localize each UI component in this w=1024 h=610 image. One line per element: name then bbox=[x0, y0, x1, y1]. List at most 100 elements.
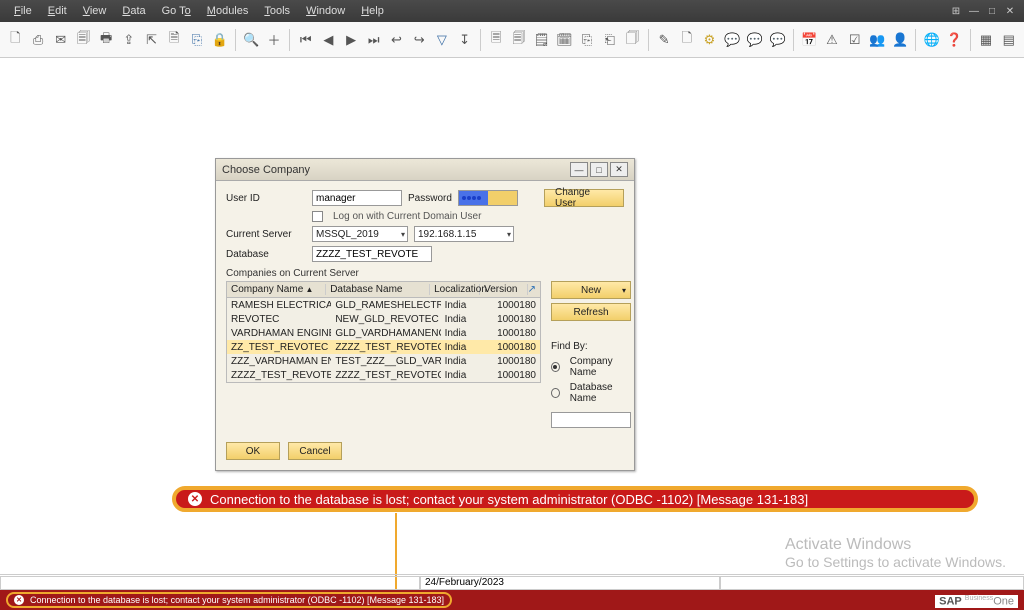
new-doc-icon[interactable]: 🗋 bbox=[677, 30, 696, 50]
server-ip-combo[interactable]: 192.168.1.15 bbox=[414, 226, 514, 242]
export-word-icon[interactable]: ⇱ bbox=[142, 30, 161, 50]
cell-database: GLD_VARDHAMANENG bbox=[331, 328, 440, 339]
globe-icon[interactable]: 🌐 bbox=[922, 30, 941, 50]
database-input[interactable] bbox=[312, 246, 432, 262]
table-row[interactable]: ZZZZ_TEST_REVOTECZZZZ_TEST_REVOTEC_India… bbox=[227, 368, 540, 382]
table-row[interactable]: ZZZ_VARDHAMAN ENTEST_ZZZ__GLD_VARDIndia1… bbox=[227, 354, 540, 368]
menu-data[interactable]: Data bbox=[114, 3, 153, 19]
chat1-icon[interactable]: 💬 bbox=[723, 30, 742, 50]
minimize-icon[interactable]: — bbox=[966, 4, 982, 18]
menu-help[interactable]: Help bbox=[353, 3, 392, 19]
back-arrow-icon[interactable]: ↩ bbox=[387, 30, 406, 50]
dialog-close-icon[interactable]: ✕ bbox=[610, 162, 628, 177]
lock-icon[interactable]: 🔒 bbox=[210, 30, 229, 50]
ok-button[interactable]: OK bbox=[226, 442, 280, 460]
sms-icon[interactable]: 🗐 bbox=[74, 30, 93, 50]
chat2-icon[interactable]: 💬 bbox=[746, 30, 765, 50]
domain-logon-label: Log on with Current Domain User bbox=[333, 211, 481, 222]
doc1-icon[interactable]: 🗏 bbox=[487, 30, 506, 50]
status-error-text: Connection to the database is lost; cont… bbox=[30, 595, 444, 605]
launch-icon[interactable]: ⎘ bbox=[188, 30, 207, 50]
chat3-icon[interactable]: 💬 bbox=[768, 30, 787, 50]
find-by-company-radio[interactable] bbox=[551, 362, 560, 372]
status-cell-3 bbox=[720, 576, 1024, 590]
preview-icon[interactable]: 🗋 bbox=[6, 30, 25, 50]
menu-goto[interactable]: Go To bbox=[154, 3, 199, 19]
dialog-titlebar[interactable]: Choose Company — □ ✕ bbox=[216, 159, 634, 181]
sap-logo: SAP BusinessOne bbox=[935, 595, 1018, 608]
cell-localization: India bbox=[441, 370, 491, 381]
fax-icon[interactable]: 🖶 bbox=[97, 30, 116, 50]
menu-view[interactable]: View bbox=[75, 3, 115, 19]
sort-icon[interactable]: ↧ bbox=[455, 30, 474, 50]
watermark-title: Activate Windows bbox=[785, 536, 1006, 554]
forward-arrow-icon[interactable]: ↪ bbox=[410, 30, 429, 50]
close-icon[interactable]: ✕ bbox=[1002, 4, 1018, 18]
add-icon[interactable]: ＋ bbox=[265, 30, 284, 50]
find-by-database-radio[interactable] bbox=[551, 388, 560, 398]
grid-header-company[interactable]: Company Name bbox=[227, 284, 326, 295]
first-record-icon[interactable]: ⏮ bbox=[296, 30, 315, 50]
edit-icon[interactable]: ✎ bbox=[655, 30, 674, 50]
cell-localization: India bbox=[441, 314, 491, 325]
doc2-icon[interactable]: 🗐 bbox=[510, 30, 529, 50]
dialog-maximize-icon[interactable]: □ bbox=[590, 162, 608, 177]
table-row[interactable]: ZZ_TEST_REVOTECZZZZ_TEST_REVOTEC_India10… bbox=[227, 340, 540, 354]
grid-header-localization[interactable]: Localization bbox=[430, 284, 480, 295]
status-error-box: ✕ Connection to the database is lost; co… bbox=[6, 592, 452, 608]
user-id-input[interactable] bbox=[312, 190, 402, 206]
calendar-icon[interactable]: 📅 bbox=[800, 30, 819, 50]
new-company-button[interactable]: New bbox=[551, 281, 631, 299]
domain-logon-checkbox[interactable] bbox=[312, 211, 323, 222]
export-pdf-icon[interactable]: 🗎 bbox=[165, 30, 184, 50]
task-icon[interactable]: ☑ bbox=[845, 30, 864, 50]
table-row[interactable]: RAMESH ELECTRICALGLD_RAMESHELECTRICIndia… bbox=[227, 298, 540, 312]
change-user-button[interactable]: Change User bbox=[544, 189, 624, 207]
grid-expand-icon[interactable]: ↗ bbox=[528, 284, 540, 295]
table-row[interactable]: REVOTECNEW_GLD_REVOTECIndia1000180 bbox=[227, 312, 540, 326]
last-record-icon[interactable]: ⏭ bbox=[364, 30, 383, 50]
cell-localization: India bbox=[441, 356, 491, 367]
status-error-icon: ✕ bbox=[14, 595, 24, 605]
export-excel-icon[interactable]: ⇪ bbox=[120, 30, 139, 50]
password-label: Password bbox=[408, 193, 452, 204]
maximize-icon[interactable]: □ bbox=[984, 4, 1000, 18]
refresh-button[interactable]: Refresh bbox=[551, 303, 631, 321]
filter-icon[interactable]: ▽ bbox=[433, 30, 452, 50]
form-settings-icon[interactable]: ⚙ bbox=[700, 30, 719, 50]
grid-header-row: Company Name Database Name Localization … bbox=[227, 282, 540, 298]
menu-tools[interactable]: Tools bbox=[256, 3, 298, 19]
doc5-icon[interactable]: ⎘ bbox=[578, 30, 597, 50]
grid-header-database[interactable]: Database Name bbox=[326, 284, 430, 295]
dialog-minimize-icon[interactable]: — bbox=[570, 162, 588, 177]
password-input[interactable] bbox=[458, 190, 518, 206]
doc3-icon[interactable]: 🗒 bbox=[532, 30, 551, 50]
cell-version: 1000180 bbox=[490, 342, 540, 353]
doc7-icon[interactable]: 🗍 bbox=[623, 30, 642, 50]
grid-header-version[interactable]: Version bbox=[480, 284, 528, 295]
layout2-icon[interactable]: ▤ bbox=[999, 30, 1018, 50]
doc6-icon[interactable]: ⎗ bbox=[600, 30, 619, 50]
menu-modules[interactable]: Modules bbox=[199, 3, 257, 19]
cancel-button[interactable]: Cancel bbox=[288, 442, 342, 460]
alert-icon[interactable]: ⚠ bbox=[823, 30, 842, 50]
menu-edit[interactable]: Edit bbox=[40, 3, 75, 19]
find-by-input[interactable] bbox=[551, 412, 631, 428]
print-icon[interactable]: ⎙ bbox=[29, 30, 48, 50]
doc4-icon[interactable]: 🗓 bbox=[555, 30, 574, 50]
prev-record-icon[interactable]: ◀ bbox=[319, 30, 338, 50]
find-icon[interactable]: 🔍 bbox=[242, 30, 261, 50]
table-row[interactable]: VARDHAMAN ENGINEGLD_VARDHAMANENGIndia100… bbox=[227, 326, 540, 340]
user-icon[interactable]: 👤 bbox=[891, 30, 910, 50]
next-record-icon[interactable]: ▶ bbox=[342, 30, 361, 50]
mail-icon[interactable]: ✉ bbox=[51, 30, 70, 50]
menu-file[interactable]: File bbox=[6, 3, 40, 19]
menu-window[interactable]: Window bbox=[298, 3, 353, 19]
layout1-icon[interactable]: ▦ bbox=[977, 30, 996, 50]
companies-section-label: Companies on Current Server bbox=[226, 268, 624, 279]
help-icon[interactable]: ❓ bbox=[945, 30, 964, 50]
user-id-label: User ID bbox=[226, 193, 306, 204]
server-type-combo[interactable]: MSSQL_2019 bbox=[312, 226, 408, 242]
app-grid-icon[interactable]: ⊞ bbox=[948, 4, 964, 18]
users-icon[interactable]: 👥 bbox=[868, 30, 887, 50]
